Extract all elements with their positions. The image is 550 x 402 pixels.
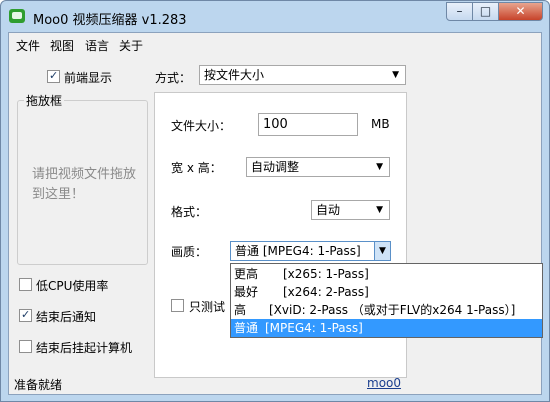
front-display-checkbox[interactable] [47, 69, 60, 83]
quality-option-desc: [x264: 2-Pass] [283, 285, 369, 299]
dims-label: 宽 x 高： [171, 161, 222, 175]
quality-select[interactable]: 普通 [MPEG4: 1-Pass] ▼ [230, 241, 391, 261]
menu-bar: 文件 视图 语言 关于 [9, 33, 541, 56]
hibernate-checkbox[interactable] [19, 340, 32, 353]
format-select[interactable]: 自动 ▼ [311, 200, 390, 220]
chevron-down-icon: ▼ [376, 162, 383, 172]
notify-label: 结束后通知 [36, 310, 97, 324]
menu-language[interactable]: 语言 [85, 37, 109, 54]
minimize-icon: – [456, 4, 463, 18]
quality-dropdown-list: 更高 [x265: 1-Pass] 最好 [x264: 2-Pass] 高 [X… [230, 263, 543, 338]
menu-file[interactable]: 文件 [16, 37, 40, 54]
window-title: Moo0 视频压缩器 v1.283 [33, 13, 187, 28]
filesize-unit: MB [371, 117, 390, 131]
quality-option-name: 普通 [234, 321, 259, 335]
dims-value: 自动调整 [251, 160, 300, 174]
method-select[interactable]: 按文件大小 ▼ [199, 65, 406, 85]
quality-value: 普通 [MPEG4: 1-Pass] [235, 244, 361, 258]
quality-option[interactable]: 高 [XviD: 2-Pass （或对于FLV的x264 1-Pass）] [231, 301, 542, 319]
drop-hint: 请把视频文件拖放到这里！ [32, 167, 137, 202]
close-button[interactable]: ✕ [498, 2, 543, 21]
minimize-button[interactable]: – [446, 2, 473, 21]
menu-about[interactable]: 关于 [119, 37, 143, 54]
status-text: 准备就绪 [14, 378, 63, 392]
drop-box-title: 拖放框 [24, 92, 65, 109]
low-cpu-label: 低CPU使用率 [36, 279, 109, 293]
quality-option[interactable]: 最好 [x264: 2-Pass] [231, 283, 542, 301]
quality-option-selected[interactable]: 普通 [MPEG4: 1-Pass] [231, 319, 542, 337]
low-cpu-checkbox[interactable] [19, 278, 32, 291]
client-area: 文件 视图 语言 关于 前端显示 拖放框 请把视频文件拖放到这里！ 低CPU使用… [8, 32, 542, 395]
filesize-input[interactable]: 100 [258, 113, 358, 136]
dims-select[interactable]: 自动调整 ▼ [246, 157, 390, 177]
quality-option-name: 更高 [234, 267, 259, 281]
chevron-down-icon: ▼ [376, 205, 383, 215]
menu-view[interactable]: 视图 [50, 37, 74, 54]
front-display-label: 前端显示 [64, 71, 113, 85]
method-value: 按文件大小 [204, 68, 265, 82]
chevron-down-icon: ▼ [392, 70, 399, 80]
status-bar: 准备就绪 moo0 [9, 373, 541, 394]
title-bar[interactable]: Moo0 视频压缩器 v1.283 – □ ✕ [1, 1, 549, 32]
chevron-down-icon: ▼ [374, 242, 390, 260]
test-label: 只测试 [189, 300, 226, 314]
format-value: 自动 [316, 203, 341, 217]
quality-option-desc: [x265: 1-Pass] [283, 267, 369, 281]
format-label: 格式： [171, 205, 208, 219]
app-window: Moo0 视频压缩器 v1.283 – □ ✕ 文件 视图 语言 关于 前端显示… [0, 0, 550, 402]
notify-checkbox[interactable] [19, 308, 32, 322]
hibernate-label: 结束后挂起计算机 [36, 341, 133, 355]
quality-option-name: 高 [234, 303, 247, 317]
maximize-button[interactable]: □ [472, 2, 499, 21]
filesize-label: 文件大小： [171, 119, 232, 133]
maximize-icon: □ [479, 4, 492, 18]
quality-option-name: 最好 [234, 285, 259, 299]
quality-option[interactable]: 更高 [x265: 1-Pass] [231, 265, 542, 283]
drop-box[interactable]: 拖放框 请把视频文件拖放到这里！ [17, 92, 148, 265]
quality-option-desc: [MPEG4: 1-Pass] [265, 321, 363, 335]
test-checkbox[interactable] [171, 299, 184, 312]
quality-option-desc: [XviD: 2-Pass （或对于FLV的x264 1-Pass）] [269, 303, 516, 317]
quality-label: 画质： [171, 245, 208, 259]
app-icon [9, 9, 25, 23]
close-icon: ✕ [515, 4, 526, 18]
method-label: 方式： [155, 71, 192, 85]
moo0-link[interactable]: moo0 [367, 376, 401, 390]
